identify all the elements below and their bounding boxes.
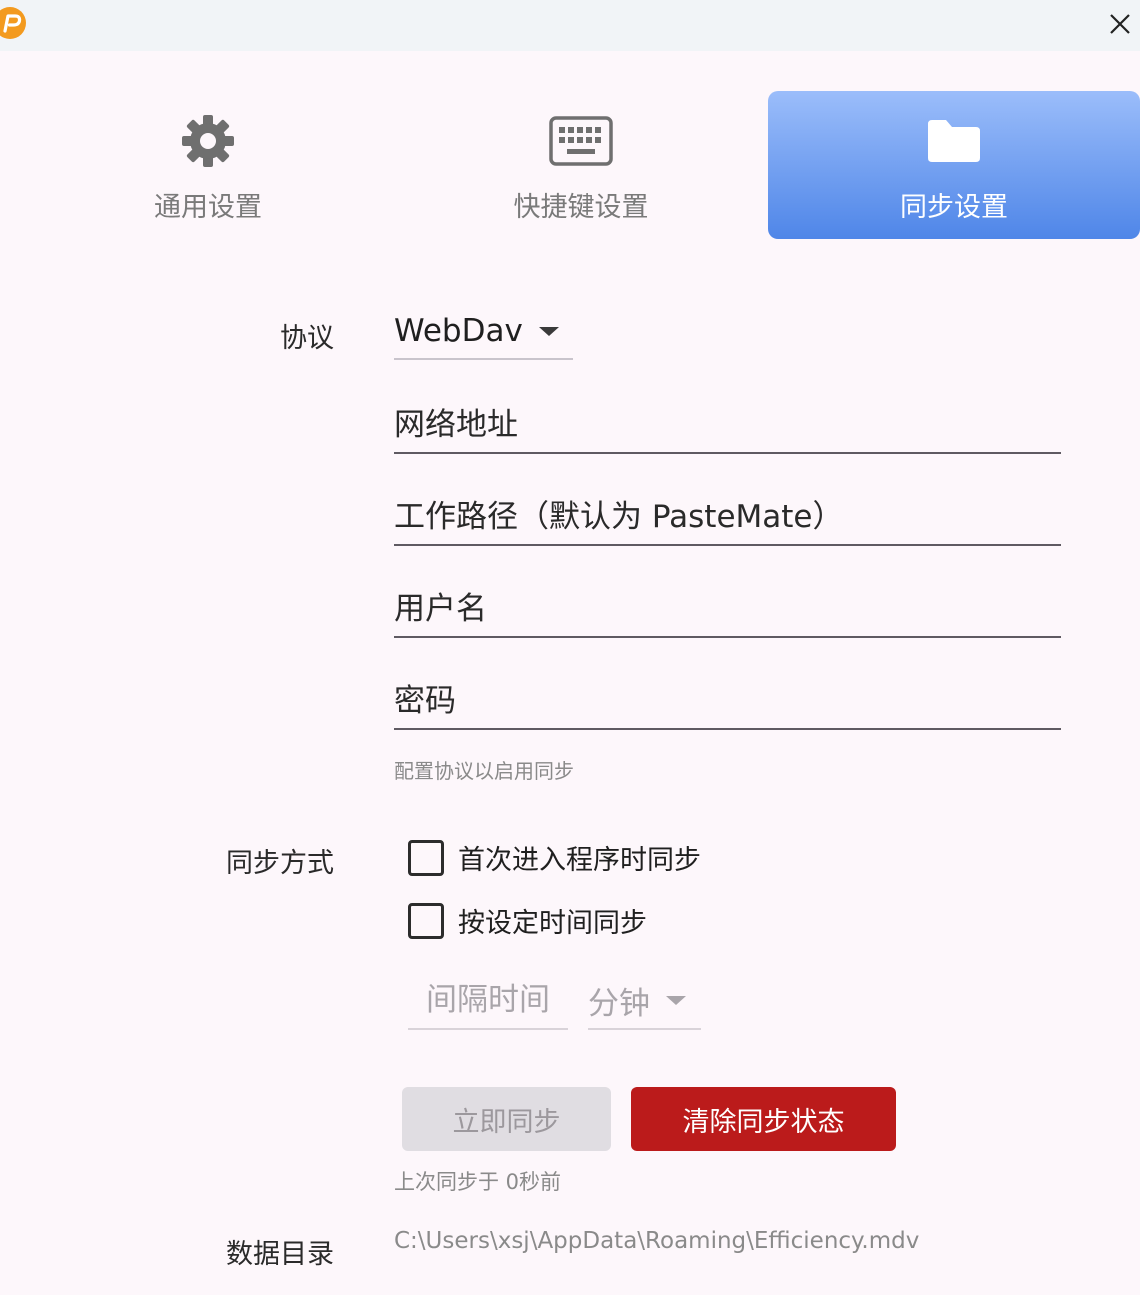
data-dir-path: C:\Users\xsj\AppData\Roaming\Efficiency.… [394, 1228, 920, 1254]
folder-icon [924, 113, 984, 169]
tab-hotkey-settings[interactable]: 快捷键设置 [462, 91, 700, 239]
startup-sync-checkbox[interactable] [408, 839, 444, 876]
close-button[interactable] [1100, 4, 1140, 44]
password-input[interactable] [394, 674, 1061, 728]
interval-unit-select[interactable]: 分钟 [588, 972, 701, 1030]
interval-sync-checkbox[interactable] [408, 902, 444, 939]
gear-icon [180, 113, 236, 169]
close-icon [1110, 14, 1130, 34]
chevron-down-icon [666, 995, 686, 1005]
keyboard-icon [549, 113, 613, 169]
clear-sync-state-button[interactable]: 清除同步状态 [631, 1087, 896, 1151]
protocol-select[interactable]: WebDav [394, 304, 573, 360]
sync-mode-label: 同步方式 [226, 848, 334, 879]
sync-now-button[interactable]: 立即同步 [402, 1087, 611, 1151]
interval-sync-label: 按设定时间同步 [458, 908, 647, 939]
app-logo-icon [0, 7, 26, 39]
username-input[interactable] [394, 582, 1061, 636]
url-field[interactable] [394, 398, 1061, 454]
chevron-down-icon [538, 326, 559, 336]
startup-sync-label: 首次进入程序时同步 [458, 845, 701, 876]
username-field[interactable] [394, 582, 1061, 638]
protocol-hint: 配置协议以启用同步 [394, 759, 574, 783]
password-field[interactable] [394, 674, 1061, 730]
last-sync-status: 上次同步于 0秒前 [394, 1170, 562, 1194]
interval-field[interactable] [408, 972, 568, 1030]
tab-label: 同步设置 [900, 192, 1008, 223]
protocol-value: WebDav [394, 313, 523, 349]
tab-label: 通用设置 [154, 192, 262, 223]
startup-sync-option[interactable]: 首次进入程序时同步 [408, 838, 701, 877]
protocol-label: 协议 [280, 323, 334, 354]
title-bar [0, 0, 1140, 51]
tab-sync-settings[interactable]: 同步设置 [768, 91, 1140, 239]
tab-general-settings[interactable]: 通用设置 [90, 91, 326, 239]
work-path-input[interactable] [394, 490, 1061, 544]
interval-input[interactable] [408, 972, 568, 1028]
url-input[interactable] [394, 398, 1061, 452]
data-dir-label: 数据目录 [226, 1239, 334, 1270]
work-path-field[interactable] [394, 490, 1061, 546]
tab-label: 快捷键设置 [513, 192, 649, 223]
interval-unit-value: 分钟 [588, 985, 650, 1022]
interval-sync-option[interactable]: 按设定时间同步 [408, 901, 647, 940]
